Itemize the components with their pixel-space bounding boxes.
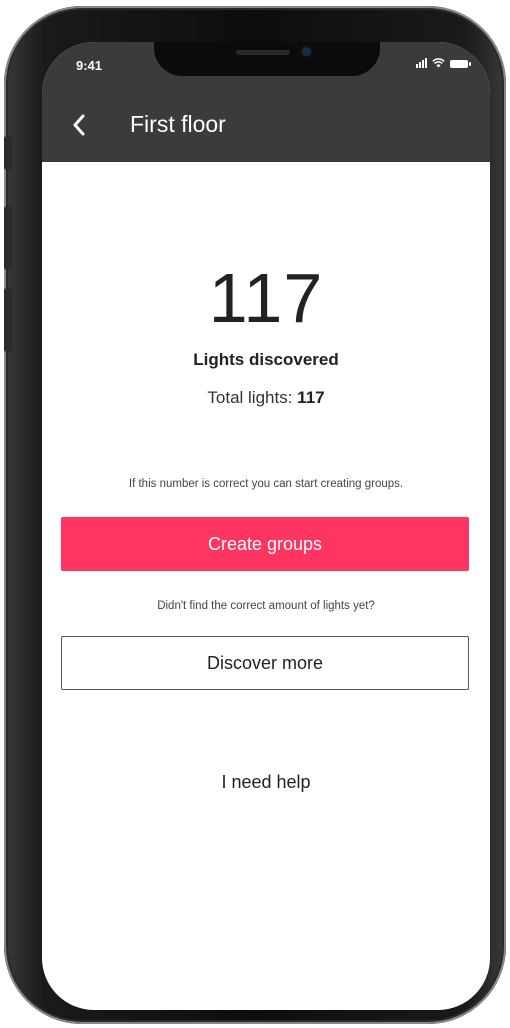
phone-frame: 9:41 First floor 117 Lights discovered T… (4, 6, 506, 1024)
battery-icon (450, 60, 471, 68)
question-text: Didn't find the correct amount of lights… (157, 600, 375, 612)
mute-switch (4, 136, 12, 170)
create-groups-button[interactable]: Create groups (61, 517, 469, 571)
volume-up-button (4, 206, 12, 270)
signal-icon (416, 58, 427, 68)
notch (154, 42, 380, 76)
chevron-left-icon (73, 114, 85, 136)
back-button[interactable] (66, 110, 94, 140)
screen: 9:41 First floor 117 Lights discovered T… (42, 42, 490, 1010)
page-title: First floor (130, 111, 226, 137)
total-lights-value: 117 (297, 388, 325, 407)
camera (302, 47, 311, 56)
app-header: 9:41 First floor (42, 42, 490, 162)
status-time: 9:41 (76, 58, 103, 73)
lights-discovered-label: Lights discovered (193, 350, 339, 369)
discover-more-button[interactable]: Discover more (61, 636, 469, 690)
hint-text: If this number is correct you can start … (128, 478, 404, 490)
speaker (236, 50, 290, 55)
lights-count: 117 (208, 259, 324, 337)
wifi-icon (432, 58, 445, 68)
volume-down-button (4, 288, 12, 352)
status-icons (416, 58, 471, 68)
total-lights: Total lights: 117 (42, 388, 490, 408)
total-lights-label: Total lights: (207, 388, 293, 407)
help-link[interactable]: I need help (42, 772, 490, 793)
